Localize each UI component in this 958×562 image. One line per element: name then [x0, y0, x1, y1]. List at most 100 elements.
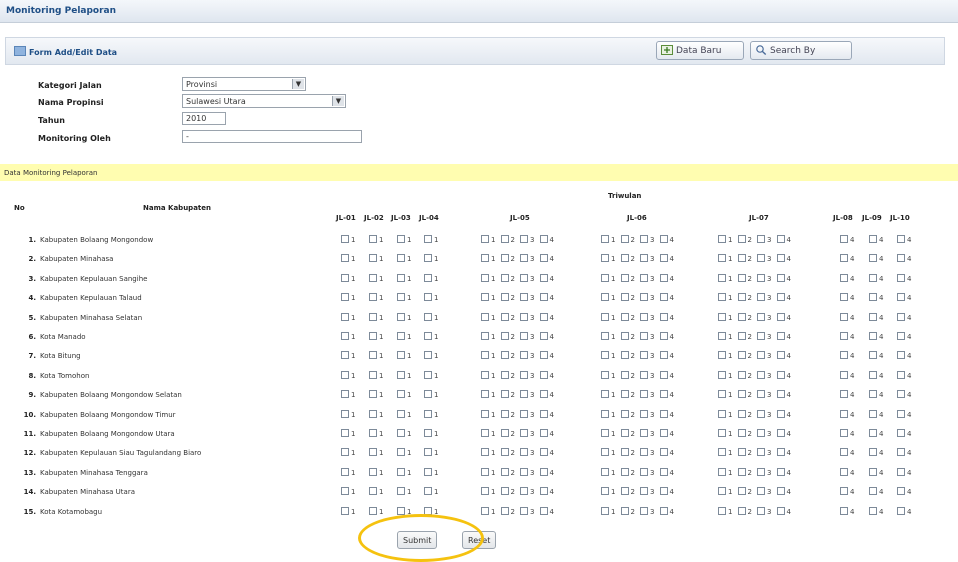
triwulan-checkbox[interactable]: 1 — [341, 273, 355, 283]
checkbox-box[interactable] — [640, 370, 648, 379]
checkbox-box[interactable] — [500, 312, 509, 321]
checkbox-box[interactable] — [897, 370, 905, 379]
checkbox-box[interactable] — [341, 370, 349, 379]
checkbox-box[interactable] — [397, 312, 405, 321]
checkbox-box[interactable] — [369, 293, 377, 302]
triwulan-checkbox[interactable]: 1 — [341, 390, 355, 399]
triwulan-checkbox[interactable]: 1 — [369, 390, 383, 399]
checkbox-box[interactable] — [640, 487, 648, 496]
checkbox-box[interactable] — [897, 467, 905, 476]
checkbox-box[interactable] — [640, 235, 648, 243]
triwulan-checkbox[interactable]: 1 — [424, 370, 438, 380]
checkbox-box[interactable] — [659, 409, 668, 418]
checkbox-box[interactable] — [369, 448, 377, 457]
checkbox-box[interactable] — [481, 312, 489, 321]
checkbox-box[interactable] — [539, 506, 548, 515]
triwulan-checkbox[interactable]: 1 — [718, 448, 732, 457]
checkbox-box[interactable] — [620, 273, 629, 282]
checkbox-box[interactable] — [776, 235, 785, 243]
triwulan-checkbox[interactable]: 4 — [869, 390, 883, 399]
triwulan-checkbox[interactable]: 2 — [737, 370, 752, 380]
triwulan-checkbox[interactable]: 1 — [601, 506, 615, 516]
triwulan-checkbox[interactable]: 1 — [369, 487, 383, 496]
triwulan-checkbox[interactable]: 4 — [659, 235, 674, 244]
checkbox-box[interactable] — [757, 390, 765, 399]
triwulan-checkbox[interactable]: 4 — [897, 332, 911, 341]
checkbox-box[interactable] — [539, 370, 548, 379]
checkbox-box[interactable] — [869, 409, 877, 418]
triwulan-checkbox[interactable]: 1 — [397, 467, 411, 477]
triwulan-checkbox[interactable]: 2 — [737, 332, 752, 341]
checkbox-box[interactable] — [601, 467, 609, 476]
checkbox-box[interactable] — [659, 273, 668, 282]
checkbox-box[interactable] — [539, 351, 548, 360]
triwulan-checkbox[interactable]: 1 — [481, 293, 495, 302]
checkbox-box[interactable] — [369, 351, 377, 360]
triwulan-checkbox[interactable]: 4 — [897, 293, 911, 302]
checkbox-box[interactable] — [897, 312, 905, 321]
checkbox-box[interactable] — [539, 409, 548, 418]
checkbox-box[interactable] — [776, 312, 785, 321]
checkbox-box[interactable] — [757, 409, 765, 418]
triwulan-checkbox[interactable]: 2 — [500, 254, 515, 263]
checkbox-box[interactable] — [601, 409, 609, 418]
triwulan-checkbox[interactable]: 3 — [757, 312, 771, 322]
triwulan-checkbox[interactable]: 1 — [341, 235, 355, 244]
checkbox-box[interactable] — [757, 370, 765, 379]
triwulan-checkbox[interactable]: 4 — [776, 273, 791, 283]
triwulan-checkbox[interactable]: 1 — [718, 273, 732, 283]
triwulan-checkbox[interactable]: 2 — [737, 487, 752, 496]
checkbox-box[interactable] — [539, 293, 548, 302]
triwulan-checkbox[interactable]: 1 — [718, 254, 732, 263]
triwulan-checkbox[interactable]: 2 — [620, 273, 635, 283]
checkbox-box[interactable] — [601, 293, 609, 302]
checkbox-box[interactable] — [369, 312, 377, 321]
checkbox-box[interactable] — [520, 467, 528, 476]
checkbox-box[interactable] — [520, 332, 528, 340]
triwulan-checkbox[interactable]: 3 — [757, 351, 771, 360]
triwulan-checkbox[interactable]: 4 — [869, 370, 883, 380]
triwulan-checkbox[interactable]: 2 — [737, 390, 752, 399]
checkbox-box[interactable] — [718, 254, 726, 263]
checkbox-box[interactable] — [840, 467, 848, 476]
checkbox-box[interactable] — [869, 254, 877, 263]
triwulan-checkbox[interactable]: 1 — [481, 467, 495, 477]
triwulan-checkbox[interactable]: 4 — [659, 390, 674, 399]
triwulan-checkbox[interactable]: 2 — [500, 390, 515, 399]
triwulan-checkbox[interactable]: 3 — [520, 312, 534, 322]
triwulan-checkbox[interactable]: 4 — [776, 332, 791, 341]
triwulan-checkbox[interactable]: 4 — [897, 409, 911, 419]
triwulan-checkbox[interactable]: 2 — [620, 332, 635, 341]
checkbox-box[interactable] — [776, 254, 785, 263]
triwulan-checkbox[interactable]: 3 — [520, 467, 534, 477]
triwulan-checkbox[interactable]: 2 — [620, 293, 635, 302]
checkbox-box[interactable] — [718, 293, 726, 302]
checkbox-box[interactable] — [341, 409, 349, 418]
triwulan-checkbox[interactable]: 2 — [500, 487, 515, 496]
triwulan-checkbox[interactable]: 4 — [869, 293, 883, 302]
triwulan-checkbox[interactable]: 4 — [776, 351, 791, 360]
checkbox-box[interactable] — [640, 332, 648, 340]
triwulan-checkbox[interactable]: 1 — [397, 332, 411, 341]
checkbox-box[interactable] — [601, 370, 609, 379]
triwulan-checkbox[interactable]: 1 — [424, 487, 438, 496]
checkbox-box[interactable] — [539, 235, 548, 243]
checkbox-box[interactable] — [776, 506, 785, 515]
triwulan-checkbox[interactable]: 3 — [520, 332, 534, 341]
triwulan-checkbox[interactable]: 3 — [640, 351, 654, 360]
checkbox-box[interactable] — [481, 467, 489, 476]
checkbox-box[interactable] — [869, 448, 877, 457]
triwulan-checkbox[interactable]: 1 — [397, 351, 411, 360]
checkbox-box[interactable] — [397, 351, 405, 360]
checkbox-box[interactable] — [640, 293, 648, 302]
triwulan-checkbox[interactable]: 1 — [601, 235, 615, 244]
checkbox-box[interactable] — [481, 235, 489, 243]
checkbox-box[interactable] — [481, 409, 489, 418]
checkbox-box[interactable] — [840, 273, 848, 282]
checkbox-box[interactable] — [840, 312, 848, 321]
checkbox-box[interactable] — [897, 487, 905, 496]
checkbox-box[interactable] — [520, 448, 528, 457]
checkbox-box[interactable] — [869, 487, 877, 496]
checkbox-box[interactable] — [718, 390, 726, 399]
triwulan-checkbox[interactable]: 2 — [500, 332, 515, 341]
